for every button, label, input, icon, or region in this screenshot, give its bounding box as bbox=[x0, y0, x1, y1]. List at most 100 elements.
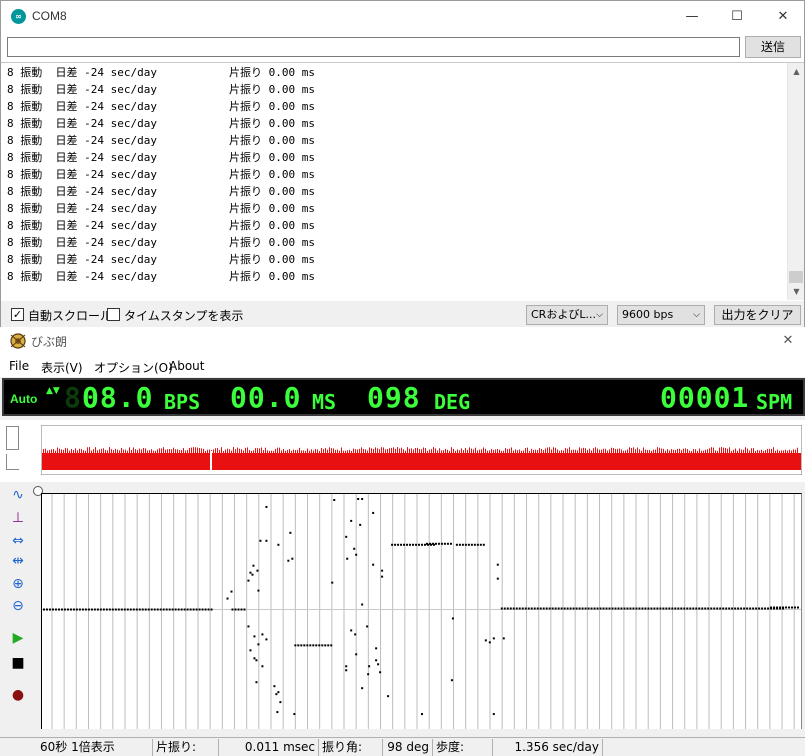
plot-dot bbox=[247, 579, 250, 582]
plot-dot bbox=[321, 644, 324, 647]
plot-dot bbox=[779, 606, 782, 609]
plot-dot bbox=[201, 608, 204, 611]
horizontal-shrink-icon[interactable]: ⇹ bbox=[6, 551, 30, 571]
menu-view[interactable]: 表示(V) bbox=[41, 359, 83, 376]
waveform-spike bbox=[775, 450, 776, 453]
waveform-spike bbox=[75, 448, 76, 453]
plot-dot bbox=[488, 641, 491, 644]
plot-dot bbox=[450, 679, 453, 682]
waveform-spike bbox=[459, 450, 460, 453]
timestamp-label[interactable]: タイムスタンプを表示 bbox=[124, 307, 243, 324]
timestamp-checkbox[interactable] bbox=[107, 308, 120, 321]
waveform-spike bbox=[341, 447, 342, 453]
waveform-spike bbox=[53, 448, 54, 453]
waveform-spike bbox=[515, 449, 516, 453]
waveform-spike bbox=[567, 448, 568, 453]
menu-about[interactable]: About bbox=[169, 359, 204, 373]
chevron-down-icon: ⌵ bbox=[596, 310, 603, 320]
vertical-scrollbar[interactable]: ▲ ▼ bbox=[787, 63, 804, 300]
scroll-down-icon[interactable]: ▼ bbox=[788, 283, 804, 300]
plot-dot bbox=[84, 608, 87, 611]
record-icon[interactable]: ● bbox=[6, 685, 30, 705]
horizontal-expand-icon[interactable]: ⇔ bbox=[6, 531, 30, 551]
plot-dot bbox=[569, 607, 572, 610]
close-button[interactable]: ✕ bbox=[774, 330, 802, 352]
waveform-spike bbox=[385, 449, 386, 453]
led-display-panel: Auto ▲▼ 88 08.0 BPS 00.0 MS 098 DEG 0000… bbox=[2, 378, 805, 416]
waveform-spike bbox=[283, 449, 284, 453]
minimize-button[interactable]: — bbox=[669, 1, 715, 32]
waveform-spike bbox=[631, 447, 632, 453]
stop-icon[interactable]: ■ bbox=[6, 653, 30, 673]
plot-dot bbox=[458, 543, 461, 546]
waveform-spike bbox=[337, 449, 338, 453]
waveform-spike bbox=[215, 448, 216, 453]
waveform-spike bbox=[447, 449, 448, 453]
waveform-spike bbox=[685, 448, 686, 453]
plot-dot bbox=[662, 607, 665, 610]
zoom-out-icon[interactable]: ⊖ bbox=[6, 596, 30, 616]
plot-dot bbox=[437, 542, 440, 545]
plot-dot bbox=[443, 542, 446, 545]
waveform-spike bbox=[727, 448, 728, 453]
serial-output[interactable]: 8 振動 日差 -24 sec/day 片振り 0.00 ms 8 振動 日差 -2… bbox=[1, 62, 804, 300]
baud-rate-select[interactable]: 9600 bps ⌵ bbox=[617, 305, 705, 325]
waveform-spike bbox=[123, 449, 124, 453]
clear-output-button[interactable]: 出力をクリア bbox=[714, 305, 801, 325]
plot-dot bbox=[704, 607, 707, 610]
plot-dot bbox=[788, 606, 791, 609]
scroll-thumb[interactable] bbox=[789, 271, 803, 283]
waveform-spike bbox=[57, 447, 58, 453]
waveform-spike bbox=[219, 449, 220, 453]
vibro-titlebar: びぶ朗 ✕ bbox=[0, 327, 805, 355]
autoscroll-checkbox[interactable]: ✓ bbox=[11, 308, 24, 321]
zoom-in-icon[interactable]: ⊕ bbox=[6, 574, 30, 594]
trigger-icon[interactable]: ⊥ bbox=[6, 508, 30, 528]
waveform-spike bbox=[717, 450, 718, 453]
plot-dot bbox=[117, 608, 120, 611]
scroll-up-icon[interactable]: ▲ bbox=[788, 63, 804, 80]
waveform-spike bbox=[43, 449, 44, 453]
plot-dot bbox=[746, 607, 749, 610]
waveform-spike bbox=[693, 449, 694, 453]
plot-dot bbox=[776, 606, 779, 609]
autoscroll-label[interactable]: 自動スクロール bbox=[28, 307, 112, 324]
waveform-spike bbox=[725, 447, 726, 453]
waveform-spike bbox=[451, 447, 452, 453]
waveform-spike bbox=[763, 450, 764, 453]
plot-dot bbox=[584, 607, 587, 610]
waveform-spike bbox=[627, 449, 628, 453]
waveform-spike bbox=[167, 449, 168, 453]
plot-dot bbox=[650, 607, 653, 610]
maximize-button[interactable]: ☐ bbox=[714, 1, 760, 32]
line-ending-select[interactable]: CRおよびL... ⌵ bbox=[526, 305, 608, 325]
waveform-spike bbox=[105, 449, 106, 453]
serial-line-amplitude: 片振り 0.00 ms bbox=[229, 100, 315, 113]
plot-dot bbox=[231, 608, 234, 611]
waveform-strip[interactable] bbox=[41, 425, 802, 475]
plot-dot bbox=[674, 607, 677, 610]
plot-dot bbox=[554, 607, 557, 610]
plot-dot bbox=[406, 543, 409, 546]
send-input[interactable] bbox=[7, 37, 740, 57]
waveform-spike bbox=[169, 449, 170, 453]
waveform-spike bbox=[621, 449, 622, 453]
plot-dot bbox=[186, 608, 189, 611]
plot-dot bbox=[707, 607, 710, 610]
wave-mode-icon[interactable]: ∿ bbox=[6, 485, 30, 505]
up-down-arrows-icon[interactable]: ▲▼ bbox=[46, 385, 60, 397]
play-icon[interactable]: ▶ bbox=[6, 628, 30, 648]
menu-file[interactable]: File bbox=[9, 359, 29, 373]
waveform-spike bbox=[419, 448, 420, 453]
waveform-spike bbox=[535, 449, 536, 453]
waveform-spike bbox=[695, 449, 696, 453]
plot-dot bbox=[423, 543, 426, 546]
send-button[interactable]: 送信 bbox=[745, 36, 801, 58]
close-button[interactable]: ✕ bbox=[760, 1, 805, 32]
plot-dot bbox=[446, 542, 449, 545]
plot-dot bbox=[695, 607, 698, 610]
menu-options[interactable]: オプション(O) bbox=[94, 359, 173, 376]
timing-plot[interactable] bbox=[41, 493, 802, 729]
auto-toggle[interactable]: Auto bbox=[10, 392, 37, 406]
plot-dot bbox=[563, 607, 566, 610]
